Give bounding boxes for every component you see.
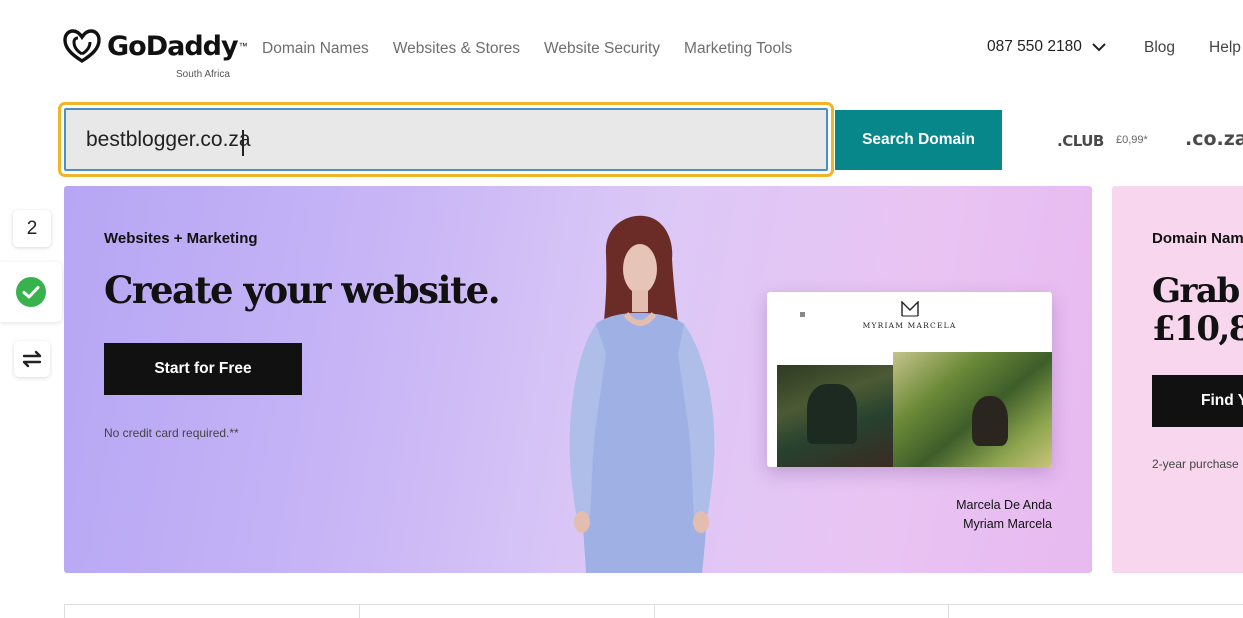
- nav-marketing-tools[interactable]: Marketing Tools: [684, 40, 792, 58]
- hero-note: No credit card required.**: [104, 426, 239, 440]
- hero-title: Create your website.: [104, 268, 501, 312]
- caption-line-2: Myriam Marcela: [963, 517, 1052, 531]
- nav-domain-names[interactable]: Domain Names: [262, 40, 369, 58]
- text-caret: [242, 130, 244, 156]
- swap-button[interactable]: [14, 341, 50, 377]
- hero-websites-card: Websites + Marketing Create your website…: [64, 186, 1092, 573]
- bottom-card: [948, 605, 1243, 618]
- phone-number: 087 550 2180: [987, 38, 1082, 55]
- brand-region: South Africa: [176, 69, 230, 80]
- preview-photo-figure: [972, 396, 1008, 446]
- preview-menu-dot: [800, 312, 805, 317]
- check-status-button[interactable]: [0, 262, 62, 322]
- card2-title-line-2: £10,80: [1152, 309, 1243, 349]
- find-domain-button[interactable]: Find Y: [1152, 375, 1243, 427]
- nav-blog[interactable]: Blog: [1144, 39, 1175, 57]
- hero-person-image: [569, 215, 715, 573]
- search-domain-button[interactable]: Search Domain: [835, 110, 1002, 170]
- tld-club-price: £0,99*: [1116, 134, 1148, 146]
- hero-kicker: Websites + Marketing: [104, 230, 258, 247]
- godaddy-logo[interactable]: GoDaddy ™: [63, 28, 248, 64]
- search-focus-ring: [58, 102, 834, 177]
- tld-coza[interactable]: .co.za: [1185, 128, 1243, 150]
- preview-photo-figure: [807, 384, 857, 444]
- swap-arrows-icon: [22, 350, 42, 368]
- card2-note: 2-year purchase: [1152, 457, 1239, 471]
- bottom-card: [64, 605, 359, 618]
- check-circle-icon: [16, 277, 46, 307]
- step-number-badge: 2: [13, 210, 51, 247]
- phone-dropdown[interactable]: 087 550 2180: [987, 38, 1106, 56]
- nav-website-security[interactable]: Website Security: [544, 40, 660, 58]
- main-nav: Domain Names Websites & Stores Website S…: [262, 40, 792, 58]
- bottom-card: [653, 605, 949, 618]
- domain-search-input[interactable]: [64, 108, 828, 171]
- nav-websites-stores[interactable]: Websites & Stores: [393, 40, 520, 58]
- godaddy-logo-icon: [63, 29, 101, 64]
- hero-domain-card: Domain Nam Grab a £10,80 Find Y 2-year p…: [1112, 186, 1243, 573]
- brand-name: GoDaddy: [107, 30, 239, 62]
- hero-caption: Marcela De Anda Myriam Marcela: [956, 496, 1052, 534]
- card2-kicker: Domain Nam: [1152, 230, 1243, 247]
- chevron-down-icon: [1092, 43, 1106, 52]
- bottom-card-row: [64, 604, 1243, 618]
- nav-help[interactable]: Help: [1209, 39, 1241, 57]
- bottom-card: [358, 605, 654, 618]
- card2-title: Grab a £10,80: [1152, 272, 1243, 348]
- caption-line-1: Marcela De Anda: [956, 498, 1052, 512]
- tld-club[interactable]: .CLUB: [1057, 132, 1104, 150]
- card2-title-line-1: Grab a: [1152, 271, 1243, 311]
- myriam-marcela-logo-icon: [901, 301, 919, 317]
- website-preview-image: MYRIAM MARCELA: [767, 292, 1052, 467]
- preview-brand-name: MYRIAM MARCELA: [862, 321, 957, 330]
- start-for-free-button[interactable]: Start for Free: [104, 343, 302, 395]
